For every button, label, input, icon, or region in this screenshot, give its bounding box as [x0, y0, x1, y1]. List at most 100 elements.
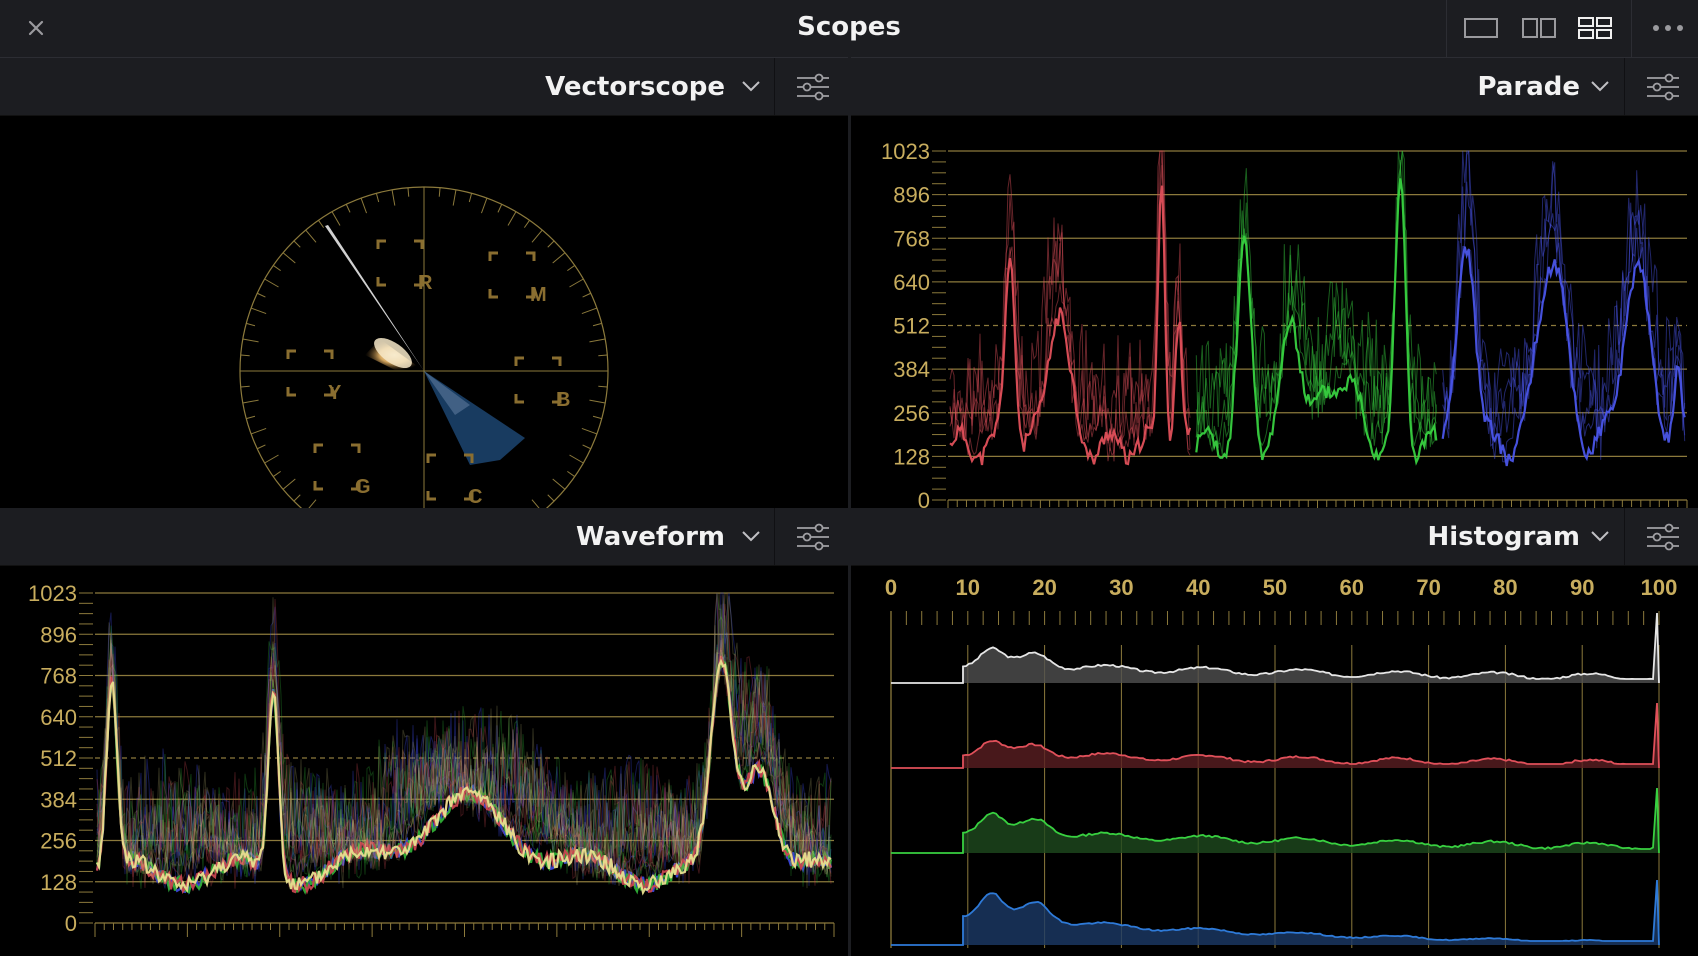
histogram-tick-label: 10	[956, 575, 980, 600]
histogram-tick-label: 0	[885, 575, 897, 600]
more-icon[interactable]	[1648, 16, 1688, 40]
vectorscope-tick	[569, 454, 584, 464]
layout-switcher	[1446, 0, 1632, 57]
layout-dual-icon[interactable]	[1521, 16, 1557, 40]
scale-tick-label: 768	[40, 664, 77, 689]
sliders-icon	[1647, 73, 1679, 101]
vectorscope-tick	[293, 240, 301, 248]
layout-single-icon[interactable]	[1463, 16, 1499, 40]
scale-tick-label: 896	[40, 622, 77, 647]
vectorscope-tick	[523, 219, 530, 228]
histogram-panel: Histogram 0 10 20 30 40 50 60 70 80 90 100	[851, 508, 1698, 956]
histogram-tick-label: 20	[1032, 575, 1056, 600]
histogram-tick-label: 30	[1109, 575, 1133, 600]
vectorscope-tick	[360, 197, 368, 214]
vector-target-label: M	[530, 284, 547, 306]
chevron-down-icon[interactable]	[1589, 78, 1611, 94]
vector-target-box	[514, 356, 562, 404]
vectorscope-header: Vectorscope	[0, 58, 848, 116]
parade-panel: Parade 1023 896 768 640 512 384 256 128 0	[851, 58, 1698, 508]
vectorscope-tick	[581, 307, 598, 315]
vectorscope-tick	[507, 211, 517, 226]
histogram-tick-label: 60	[1340, 575, 1364, 600]
vectorscope-tick	[547, 494, 555, 502]
scopes-titlebar: Scopes	[0, 0, 1698, 58]
histogram-header: Histogram	[851, 508, 1698, 566]
scope-type-selector[interactable]: Vectorscope	[545, 72, 725, 102]
scale-tick-label: 384	[40, 787, 77, 812]
histogram-tick-label: 100	[1641, 575, 1678, 600]
scope-type-selector[interactable]: Histogram	[1427, 522, 1580, 552]
chevron-down-icon[interactable]	[740, 528, 762, 544]
waveform-header: Waveform	[0, 508, 848, 566]
vectorscope-tick	[250, 307, 267, 315]
parade-display: 1023 896 768 640 512 384 256 128 0	[881, 139, 1688, 508]
sliders-icon	[797, 73, 829, 101]
vectorscope-tick	[407, 187, 410, 197]
vectorscope-tick	[497, 204, 503, 213]
vectorscope-tick	[272, 265, 281, 272]
scale-tick-label: 1023	[28, 581, 77, 606]
layout-quad-icon[interactable]	[1577, 16, 1613, 40]
vectorscope-tick	[531, 229, 543, 243]
vectorscope-tick	[452, 189, 457, 206]
vector-target-box	[426, 453, 474, 501]
vectorscope-tick	[331, 211, 341, 226]
waveform-panel: Waveform 1023 896 768 640 512 384 256 128 0	[0, 508, 848, 956]
histogram-tick-label: 90	[1570, 575, 1594, 600]
vectorscope-tick	[246, 415, 256, 420]
vectorscope-display: R M Y B G C	[239, 186, 609, 508]
vectorscope-tick	[592, 322, 602, 327]
vectorscope-tick	[318, 219, 325, 228]
vector-target-label: G	[355, 476, 371, 498]
scope-type-selector[interactable]: Waveform	[576, 522, 725, 552]
window-title: Scopes	[797, 12, 901, 42]
histogram-tick-label: 80	[1493, 575, 1517, 600]
scale-tick-label: 640	[40, 705, 77, 730]
vectorscope-tick	[598, 385, 608, 388]
chevron-down-icon[interactable]	[1589, 528, 1611, 544]
scope-options-button[interactable]	[1624, 508, 1698, 565]
scale-tick-label: 0	[65, 911, 77, 936]
vectorscope-tick	[282, 478, 296, 490]
vectorscope-tick	[438, 187, 441, 197]
vectorscope-tick	[552, 252, 566, 264]
vectorscope-tick	[242, 399, 259, 404]
scale-tick-label: 256	[40, 829, 77, 854]
histogram-tick-label: 50	[1263, 575, 1287, 600]
vector-target-label: Y	[328, 382, 342, 404]
vectorscope-tick	[480, 197, 488, 214]
scope-type-selector[interactable]: Parade	[1477, 72, 1580, 102]
vectorscope-tick	[391, 189, 396, 206]
vector-target-box	[313, 443, 361, 491]
scale-tick-label: 512	[40, 746, 77, 771]
vectorscope-tick	[569, 278, 584, 288]
waveform-display: 1023 896 768 640 512 384 256 128 0	[28, 581, 835, 937]
vectorscope-tick	[242, 338, 259, 343]
scale-tick-label: 896	[893, 183, 930, 208]
scope-options-button[interactable]	[1624, 58, 1698, 115]
vector-target-label: C	[468, 486, 482, 508]
vector-target-label: R	[418, 272, 433, 294]
vectorscope-tick	[282, 252, 296, 264]
vectorscope-tick	[552, 478, 566, 490]
vectorscope-tick	[264, 278, 279, 288]
vector-target-label: B	[556, 389, 570, 411]
vector-target-box	[488, 251, 536, 299]
vectorscope-tick	[589, 338, 606, 343]
scope-options-button[interactable]	[774, 508, 849, 565]
vectorscope-tick	[264, 454, 279, 464]
vectorscope-tick	[308, 499, 317, 508]
vectorscope-tick	[589, 399, 606, 404]
vectorscope-tick	[240, 354, 250, 357]
sliders-icon	[1647, 523, 1679, 551]
chevron-down-icon[interactable]	[740, 78, 762, 94]
vectorscope-tick	[345, 204, 351, 213]
scope-options-button[interactable]	[774, 58, 849, 115]
scale-tick-label: 128	[893, 444, 930, 469]
parade-green-trace	[1195, 178, 1438, 466]
histogram-tick-label: 70	[1416, 575, 1440, 600]
vectorscope-tick	[272, 470, 281, 477]
histogram-tick-label: 40	[1186, 575, 1210, 600]
scale-tick-label: 512	[893, 314, 930, 339]
